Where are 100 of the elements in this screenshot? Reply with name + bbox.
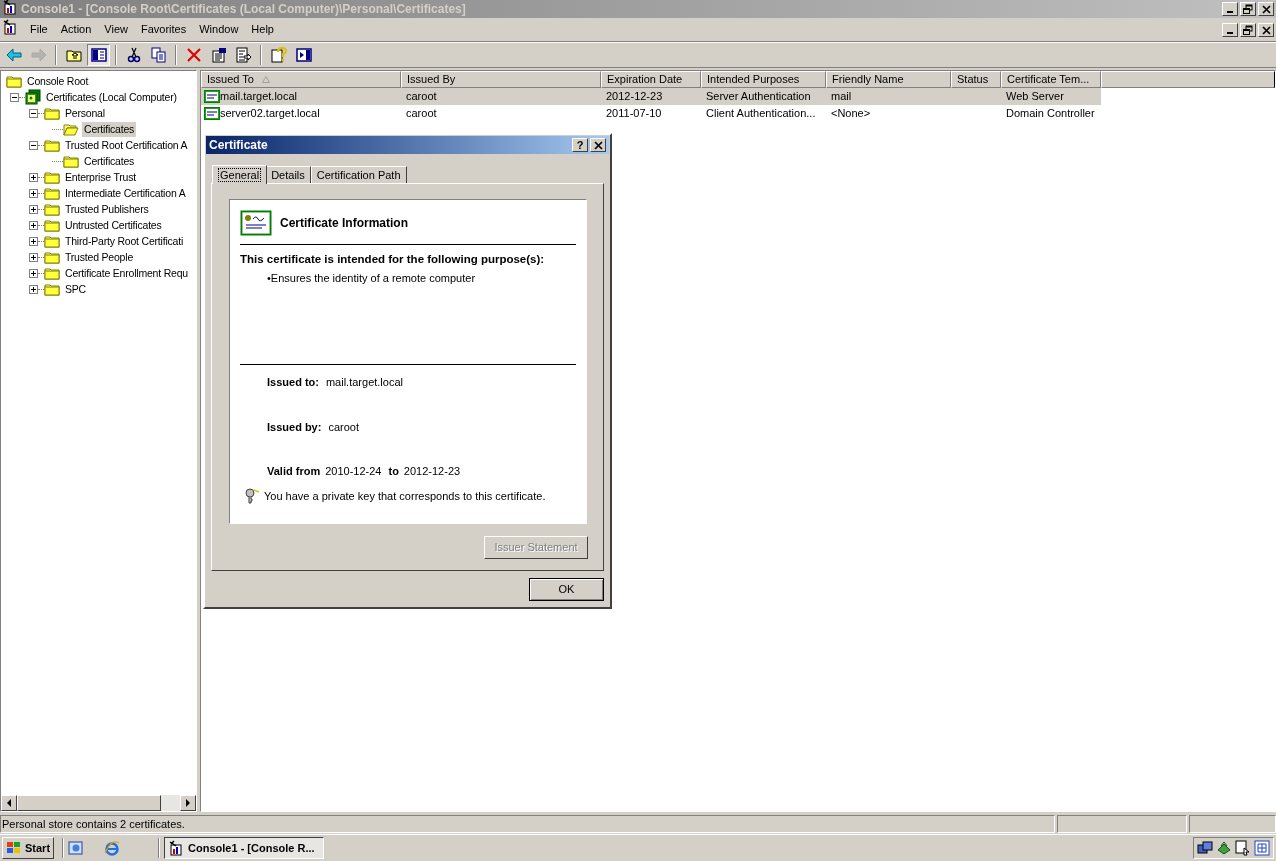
column-header[interactable]: Friendly Name xyxy=(826,71,951,88)
table-cell-text: caroot xyxy=(406,106,437,122)
sort-ascending-icon xyxy=(261,76,270,83)
table-cell-text: mail xyxy=(831,89,852,105)
show-tree-button[interactable] xyxy=(87,44,110,66)
tree-item[interactable]: Personal xyxy=(63,105,107,121)
menu-item[interactable]: Favorites xyxy=(134,19,193,40)
valid-from-date: 2010-12-24 xyxy=(325,464,382,480)
menu-item[interactable]: File xyxy=(24,19,54,40)
expand-icon[interactable] xyxy=(29,188,38,198)
tree-item[interactable]: Certificates (Local Computer) xyxy=(44,89,179,105)
column-header[interactable]: Issued To xyxy=(201,71,401,88)
restore-button[interactable] xyxy=(1240,22,1256,37)
folder-icon xyxy=(44,265,60,281)
app-icon[interactable] xyxy=(2,19,18,36)
open-folder-icon xyxy=(63,121,79,137)
tree-item[interactable]: Enterprise Trust xyxy=(63,169,138,185)
collapse-icon[interactable] xyxy=(10,92,19,102)
help-button[interactable]: ? xyxy=(572,138,588,152)
start-button[interactable]: Start xyxy=(2,837,55,859)
right-arrow-icon xyxy=(185,799,191,807)
folder-icon xyxy=(44,233,60,249)
table-cell-text: Client Authentication... xyxy=(706,106,816,122)
minimize-button[interactable] xyxy=(1222,22,1238,37)
menu-item[interactable]: View xyxy=(98,19,134,40)
table-cell-text: Server Authentication xyxy=(706,89,811,105)
browser-icon[interactable] xyxy=(104,840,121,856)
column-header[interactable]: Intended Purposes xyxy=(701,71,826,88)
tree-item[interactable]: Intermediate Certification A xyxy=(63,185,188,201)
pointer-icon[interactable] xyxy=(1235,840,1251,856)
close-button[interactable] xyxy=(1258,22,1274,37)
window-title: Console1 - [Console Root\Certificates (Local Computer)\Personal\Certificates] xyxy=(21,1,466,18)
menu-item[interactable]: Action xyxy=(54,19,98,40)
tree-item[interactable]: Trusted Publishers xyxy=(63,201,151,217)
tree-item[interactable]: Console Root xyxy=(25,73,91,89)
valid-from-label: Valid from xyxy=(267,464,321,480)
tab[interactable]: Details xyxy=(265,166,311,183)
info-heading: Certificate Information xyxy=(280,215,408,232)
tree-item[interactable]: Certificate Enrollment Requ xyxy=(63,265,190,281)
folder-icon xyxy=(6,73,22,89)
restore-icon xyxy=(1242,3,1254,15)
column-header[interactable]: Status xyxy=(951,71,1001,88)
tree-item[interactable]: Certificates xyxy=(82,153,137,169)
expand-icon[interactable] xyxy=(29,220,38,230)
copy-icon xyxy=(150,47,167,63)
folder-icon xyxy=(44,201,60,217)
issued-to-value: mail.target.local xyxy=(325,375,403,391)
close-button[interactable] xyxy=(590,138,606,152)
issued-to-label: Issued to: xyxy=(267,375,319,391)
close-icon xyxy=(1260,23,1272,36)
ok-button[interactable]: OK xyxy=(529,578,604,601)
column-header[interactable]: Certificate Tem... xyxy=(1001,71,1101,88)
valid-to-label: to xyxy=(388,464,399,480)
restore-button[interactable] xyxy=(1240,2,1256,16)
network-icon[interactable] xyxy=(1197,840,1213,856)
table-cell-text: <None> xyxy=(831,106,871,122)
folder-icon xyxy=(44,185,60,201)
close-icon xyxy=(1260,3,1272,15)
action-pane-icon xyxy=(295,47,312,63)
expand-icon[interactable] xyxy=(29,284,38,294)
tree-item[interactable]: Untrusted Certificates xyxy=(63,217,164,233)
valid-to-date: 2012-12-23 xyxy=(403,464,461,480)
folder-icon xyxy=(44,105,60,121)
tree-item[interactable]: Certificates xyxy=(82,121,137,137)
display-icon[interactable] xyxy=(1254,840,1270,856)
tab[interactable]: General xyxy=(212,165,268,184)
tree-item[interactable]: Trusted People xyxy=(63,249,136,265)
expand-icon[interactable] xyxy=(29,172,38,182)
table-cell-text: Domain Controller xyxy=(1006,106,1095,122)
tree-item[interactable]: Third-Party Root Certificati xyxy=(63,233,186,249)
private-key-note: You have a private key that corresponds to this certificate. xyxy=(264,488,546,504)
table-cell-text: caroot xyxy=(406,89,437,105)
tree-item[interactable]: SPC xyxy=(63,281,88,297)
close-button[interactable] xyxy=(1258,2,1274,16)
tree-item[interactable]: Trusted Root Certification A xyxy=(63,137,190,153)
scrollbar-thumb[interactable] xyxy=(17,795,161,811)
collapse-icon[interactable] xyxy=(29,108,38,118)
expand-icon[interactable] xyxy=(29,252,38,262)
column-header[interactable]: Issued By xyxy=(401,71,601,88)
table-row[interactable]: mail.target.local caroot 2012-12-23 Server Authentication mail Web Server xyxy=(201,88,1101,105)
expand-icon[interactable] xyxy=(29,236,38,246)
collapse-icon[interactable] xyxy=(29,140,38,150)
tab[interactable]: Certification Path xyxy=(310,166,407,183)
menu-item[interactable]: Help xyxy=(245,19,280,40)
menu-item[interactable]: Window xyxy=(193,19,245,40)
windows-logo-icon xyxy=(6,841,22,855)
folder-icon xyxy=(44,137,60,153)
expand-icon[interactable] xyxy=(29,204,38,214)
scroll-left-button[interactable] xyxy=(1,795,17,811)
scissors-icon xyxy=(125,47,142,63)
minimize-button[interactable] xyxy=(1222,2,1238,16)
issued-by-value: caroot xyxy=(328,419,359,435)
desktop-shortcut-icon[interactable] xyxy=(68,840,85,856)
column-header[interactable]: Expiration Date xyxy=(601,71,701,88)
folder-icon xyxy=(63,153,79,169)
scroll-right-button[interactable] xyxy=(180,795,196,811)
table-row[interactable]: server02.target.local caroot 2011-07-10 Client Authentication... <None> Domain Controller xyxy=(201,105,1101,122)
folder-icon xyxy=(44,249,60,265)
expand-icon[interactable] xyxy=(29,268,38,278)
taskbar-window-button[interactable]: Console1 - [Console R... xyxy=(164,837,325,859)
